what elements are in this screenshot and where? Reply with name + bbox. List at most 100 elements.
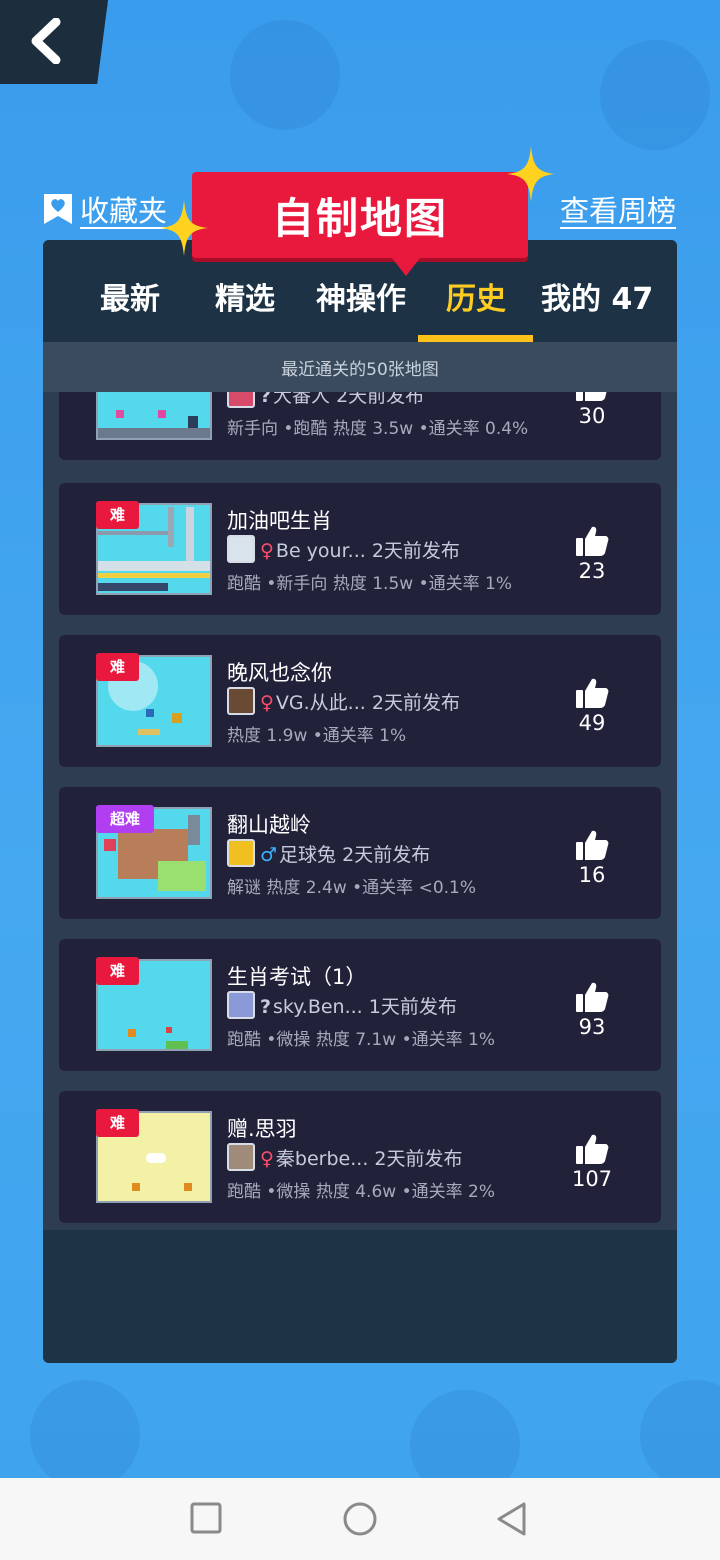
- map-title: 生肖考试（1）: [227, 965, 367, 989]
- thumbs-up-icon: [576, 830, 609, 860]
- like-count: 93: [578, 1015, 606, 1039]
- published-time: 2天前发布: [371, 692, 460, 714]
- author-name[interactable]: sky.Ben...: [273, 996, 363, 1018]
- map-list-panel: 最新 精选 神操作 历史 我的 47 最近通关的50张地图 ? 大番人 2天前发布…: [43, 240, 677, 1363]
- map-tags: 热度 1.9w •通关率 1%: [227, 726, 407, 746]
- gender-icon: ?: [260, 996, 272, 1018]
- map-card[interactable]: 难 生肖考试（1） ? sky.Ben... 1天前发布 跑酷 •微操 热度 7.…: [59, 939, 661, 1071]
- difficulty-badge: 难: [96, 1109, 140, 1137]
- published-time: 1天前发布: [368, 996, 457, 1018]
- back-button[interactable]: [0, 0, 108, 84]
- thumbs-up-icon: [576, 982, 609, 1012]
- map-title: 赠.思羽: [227, 1117, 297, 1141]
- author-name[interactable]: 大番人: [273, 392, 330, 407]
- map-title: 翻山越岭: [227, 813, 311, 837]
- map-tags: 跑酷 •新手向 热度 1.5w •通关率 1%: [227, 574, 512, 594]
- background-decoration: [230, 20, 340, 130]
- background-decoration: [640, 1380, 720, 1478]
- avatar: [227, 687, 255, 715]
- square-icon[interactable]: [189, 1498, 223, 1540]
- system-nav-bar: [0, 1478, 720, 1560]
- published-time: 2天前发布: [342, 844, 431, 866]
- thumbs-up-icon: [576, 392, 607, 401]
- like-count: 16: [578, 863, 606, 887]
- map-tags: 解谜 热度 2.4w •通关率 <0.1%: [227, 878, 477, 898]
- weekly-ranking-link[interactable]: 查看周榜: [560, 188, 676, 230]
- map-card[interactable]: 难 晚风也念你 ♀ VG.从此... 2天前发布 热度 1.9w •通关率 1% …: [59, 635, 661, 767]
- difficulty-badge: 难: [96, 653, 140, 681]
- map-title: 晚风也念你: [227, 661, 332, 685]
- favorites-label: 收藏夹: [80, 194, 168, 228]
- author-line: ? 大番人 2天前发布: [260, 392, 424, 408]
- thumbs-up-icon: [576, 1134, 609, 1164]
- active-tab-indicator: [418, 335, 533, 342]
- author-line: ? sky.Ben... 1天前发布: [260, 992, 457, 1019]
- gender-icon: ♀: [260, 692, 274, 714]
- published-time: 2天前发布: [374, 1148, 463, 1170]
- like-button[interactable]: 49: [563, 677, 621, 735]
- author-name[interactable]: 秦berbe...: [276, 1148, 368, 1170]
- map-list[interactable]: ?大番人 2天前发布 新手向 •跑酷 热度 3.5w •通关率 0.4% 30: [43, 392, 677, 1230]
- difficulty-badge: 超难: [96, 805, 155, 833]
- page-title: 自制地图: [271, 193, 448, 243]
- thumbs-up-icon: [576, 526, 609, 556]
- triangle-back-icon[interactable]: [494, 1498, 530, 1540]
- map-card[interactable]: ? 大番人 2天前发布 新手向 •跑酷 热度 3.5w •通关率 0.4% 30: [59, 392, 661, 460]
- bookmark-heart-icon: [44, 194, 72, 224]
- map-tags: 新手向 •跑酷 热度 3.5w •通关率 0.4%: [227, 419, 529, 439]
- background-decoration: [410, 1390, 520, 1478]
- tab-mine[interactable]: 我的 47: [541, 274, 653, 318]
- tab-history[interactable]: 历史: [446, 274, 506, 318]
- sparkle-icon: [160, 200, 208, 256]
- like-count: 30: [578, 404, 606, 428]
- map-thumbnail: [96, 392, 212, 440]
- avatar: [227, 392, 255, 408]
- author-line: ♀ 秦berbe... 2天前发布: [260, 1144, 463, 1171]
- gender-icon: ?: [260, 392, 272, 407]
- like-button[interactable]: 23: [563, 525, 621, 583]
- sparkle-icon: [507, 146, 555, 202]
- map-card[interactable]: 超难 翻山越岭 ♂ 足球兔 2天前发布 解谜 热度 2.4w •通关率 <0.1%…: [59, 787, 661, 919]
- like-count: 49: [578, 711, 606, 735]
- map-card[interactable]: 难 加油吧生肖 ♀ Be your... 2天前发布 跑酷 •新手向 热度 1.5…: [59, 483, 661, 615]
- avatar: [227, 535, 255, 563]
- tab-godlike[interactable]: 神操作: [316, 274, 406, 318]
- gender-icon: ♀: [260, 540, 274, 562]
- published-time: 2天前发布: [371, 540, 460, 562]
- tab-featured[interactable]: 精选: [215, 274, 275, 318]
- author-name[interactable]: VG.从此...: [276, 692, 366, 714]
- page-title-banner: 自制地图: [192, 172, 528, 276]
- like-count: 23: [578, 559, 606, 583]
- author-line: ♀ Be your... 2天前发布: [260, 536, 460, 563]
- background-decoration: [600, 40, 710, 150]
- avatar: [227, 1143, 255, 1171]
- avatar: [227, 839, 255, 867]
- list-subheader: 最近通关的50张地图: [43, 342, 677, 392]
- like-button[interactable]: 93: [563, 981, 621, 1039]
- tab-latest[interactable]: 最新: [100, 274, 160, 318]
- favorites-link[interactable]: 收藏夹: [42, 188, 167, 230]
- difficulty-badge: 难: [96, 501, 140, 529]
- like-count: 107: [571, 1167, 613, 1191]
- author-name[interactable]: Be your...: [276, 540, 366, 562]
- difficulty-badge: 难: [96, 957, 140, 985]
- thumbs-up-icon: [576, 678, 609, 708]
- avatar: [227, 991, 255, 1019]
- chevron-left-icon: [31, 18, 61, 64]
- like-button[interactable]: 30: [563, 392, 621, 428]
- published-time: 2天前发布: [336, 392, 425, 407]
- author-line: ♀ VG.从此... 2天前发布: [260, 688, 460, 715]
- gender-icon: ♂: [260, 844, 278, 866]
- gender-icon: ♀: [260, 1148, 274, 1170]
- author-line: ♂ 足球兔 2天前发布: [260, 840, 430, 867]
- background-decoration: [30, 1380, 140, 1478]
- panel-footer: [43, 1230, 677, 1363]
- like-button[interactable]: 16: [563, 829, 621, 887]
- circle-icon[interactable]: [340, 1498, 380, 1540]
- map-tags: 跑酷 •微操 热度 4.6w •通关率 2%: [227, 1182, 495, 1202]
- map-tags: 跑酷 •微操 热度 7.1w •通关率 1%: [227, 1030, 495, 1050]
- map-title: 加油吧生肖: [227, 509, 332, 533]
- map-card[interactable]: 难 赠.思羽 ♀ 秦berbe... 2天前发布 跑酷 •微操 热度 4.6w •…: [59, 1091, 661, 1223]
- author-name[interactable]: 足球兔: [279, 844, 336, 866]
- like-button[interactable]: 107: [563, 1133, 621, 1191]
